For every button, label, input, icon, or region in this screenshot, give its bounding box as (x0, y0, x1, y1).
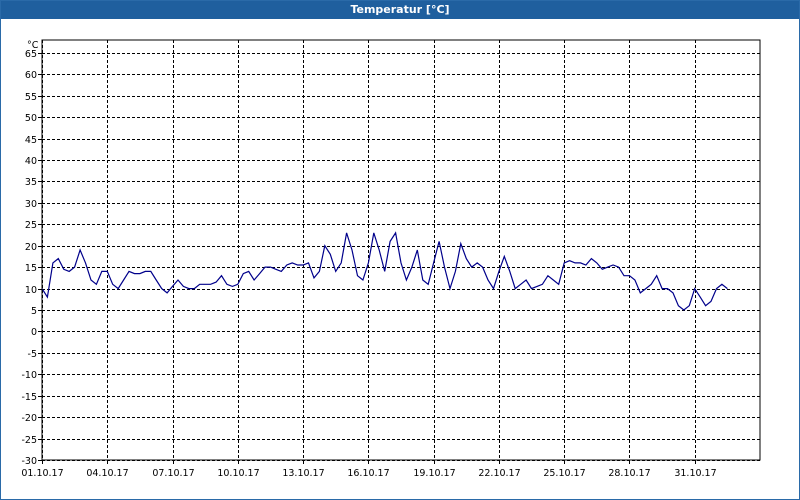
y-tick-label: -15 (21, 392, 37, 403)
y-tick-label: -30 (21, 456, 37, 467)
y-tick-label: 15 (25, 263, 37, 274)
x-tick-label: 07.10.17 (152, 468, 194, 479)
y-tick-label: -25 (21, 435, 37, 446)
y-tick-label: 20 (25, 242, 37, 253)
x-tick-label: 16.10.17 (347, 468, 389, 479)
y-axis-label: °C (27, 40, 39, 51)
y-tick-label: 45 (25, 135, 37, 146)
y-tick-label: 55 (25, 92, 37, 103)
y-tick-label: 60 (25, 70, 37, 81)
x-tick-label: 13.10.17 (282, 468, 324, 479)
x-tick-label: 22.10.17 (478, 468, 520, 479)
y-tick-label: 25 (25, 220, 37, 231)
y-tick-label: 35 (25, 177, 37, 188)
y-tick-label: 40 (25, 156, 37, 167)
y-tick-label: -5 (28, 349, 37, 360)
y-tick-label: 5 (31, 306, 37, 317)
x-axis-ticks: 01.10.17 04.10.17 07.10.17 10.10.17 13.10.17… (21, 460, 717, 479)
y-tick-label: -20 (21, 413, 37, 424)
y-tick-label: -10 (21, 370, 37, 381)
y-tick-label: 10 (25, 285, 37, 296)
x-tick-label: 31.10.17 (674, 468, 716, 479)
y-tick-label: 50 (25, 113, 37, 124)
y-tick-label: 0 (31, 327, 37, 338)
x-tick-label: 19.10.17 (413, 468, 455, 479)
chart-grid (42, 40, 760, 461)
x-tick-label: 25.10.17 (543, 468, 585, 479)
y-axis-ticks: -30 -25 -20 -15 -10 -5 0 5 10 15 20 25 30 35 40 45 50 55 6… (21, 49, 42, 467)
temperature-chart: -30 -25 -20 -15 -10 -5 0 5 10 15 20 25 30 35 40 45 50 55 6… (21, 39, 761, 479)
y-tick-label: 30 (25, 199, 37, 210)
temperature-series-line (41, 231, 728, 311)
x-tick-label: 04.10.17 (86, 468, 128, 479)
x-tick-label: 10.10.17 (217, 468, 259, 479)
x-tick-label: 01.10.17 (21, 468, 63, 479)
x-tick-label: 28.10.17 (608, 468, 650, 479)
